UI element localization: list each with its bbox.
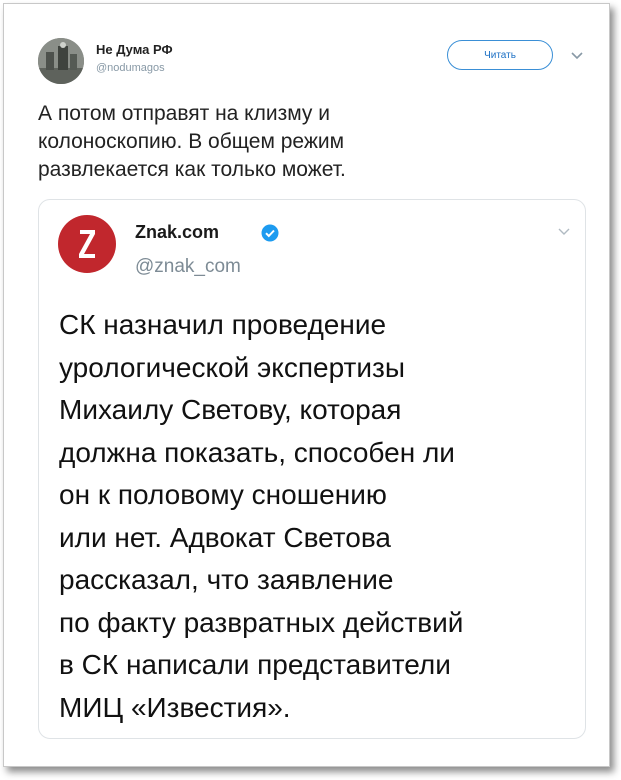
- verified-badge-icon: [261, 224, 279, 247]
- quoted-tweet-text: СК назначил проведение урологической экс…: [59, 309, 464, 723]
- znak-logo[interactable]: [57, 214, 117, 274]
- tweet-card: Не Дума РФ @nodumagos Читать А потом отп…: [3, 3, 610, 767]
- caret-down-icon[interactable]: [557, 224, 571, 242]
- quoted-tweet[interactable]: Znak.com @znak_com СК назначил проведени…: [38, 199, 586, 739]
- avatar[interactable]: [38, 38, 84, 84]
- caret-down-icon[interactable]: [570, 48, 584, 66]
- display-name[interactable]: Не Дума РФ: [96, 42, 173, 57]
- tweet-text: А потом отправят на клизму и колоноскопи…: [38, 102, 346, 181]
- follow-button[interactable]: Читать: [447, 40, 553, 70]
- quoted-display-name[interactable]: Znak.com: [135, 222, 219, 243]
- quoted-user-handle[interactable]: @znak_com: [135, 256, 241, 278]
- tweet-header: Не Дума РФ @nodumagos Читать: [38, 38, 598, 88]
- user-handle[interactable]: @nodumagos: [96, 62, 165, 74]
